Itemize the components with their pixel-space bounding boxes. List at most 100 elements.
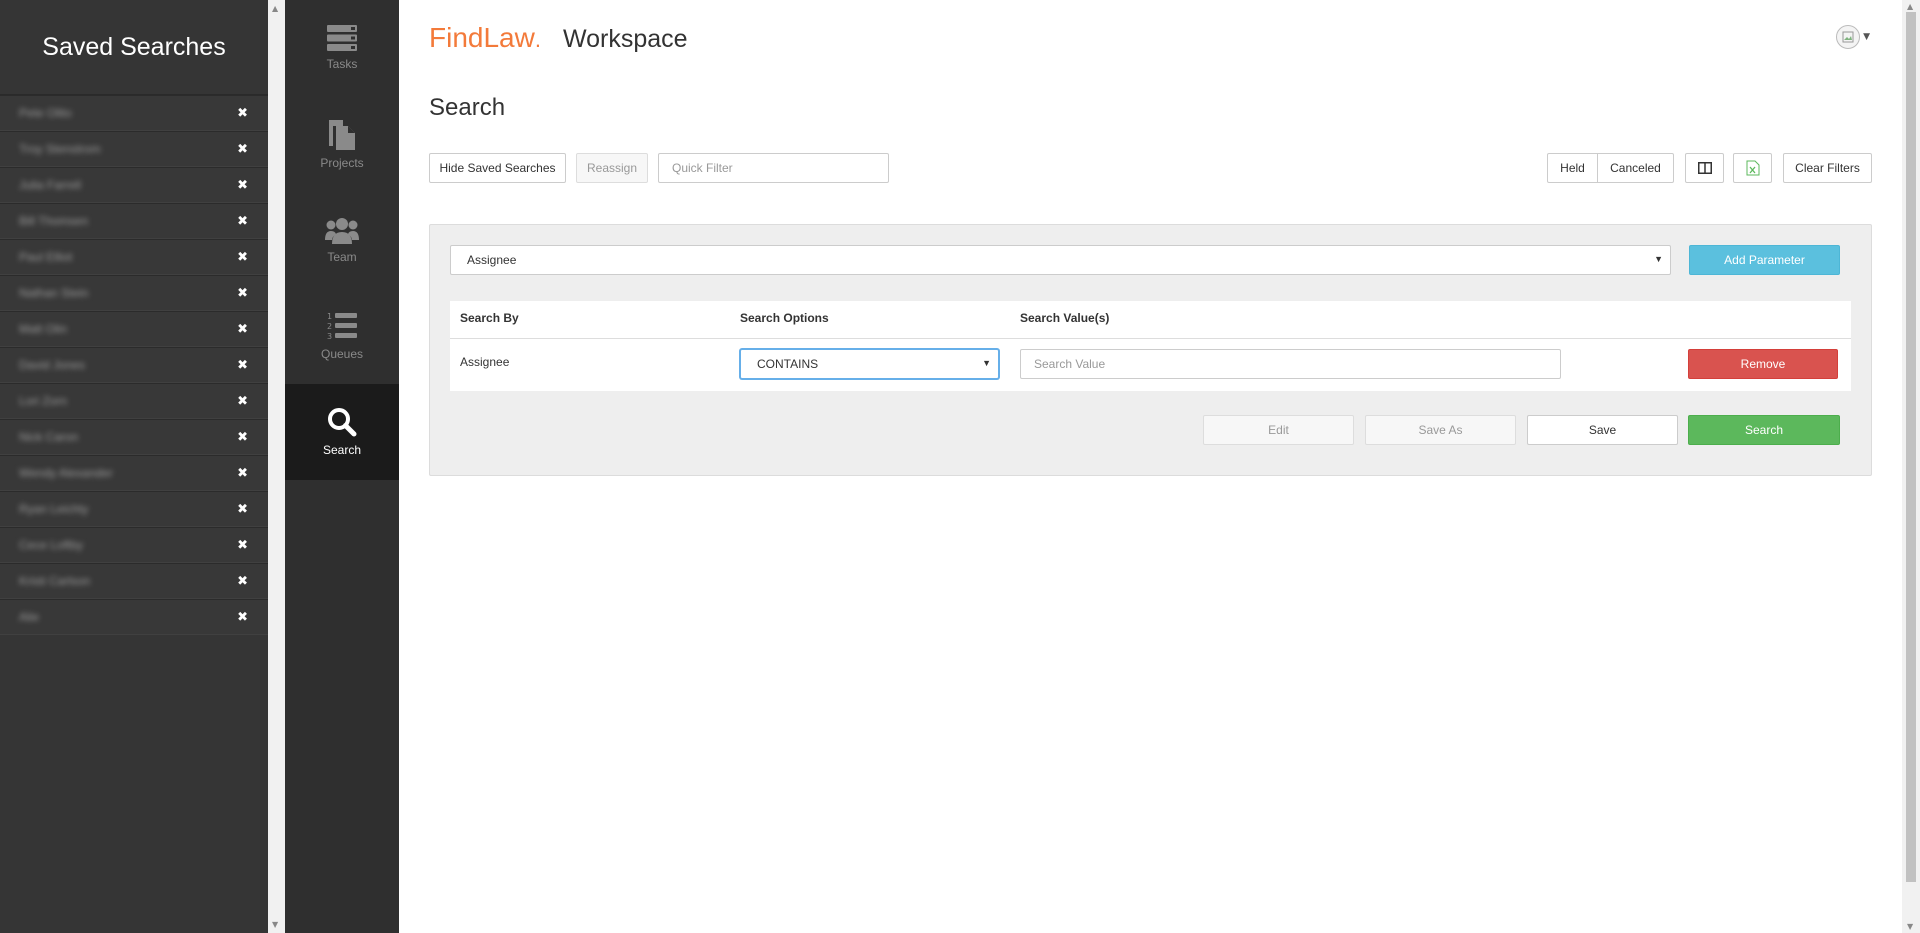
saved-search-item[interactable]: Bill Thomsen ✖ (0, 203, 268, 239)
column-header-search-options: Search Options (740, 311, 829, 325)
saved-search-item[interactable]: Lori Zorn ✖ (0, 383, 268, 419)
close-icon[interactable]: ✖ (237, 503, 248, 516)
broken-image-icon (1842, 31, 1854, 43)
close-icon[interactable]: ✖ (237, 179, 248, 192)
saved-search-label[interactable]: Wendy Alexander (19, 466, 113, 480)
saved-searches-list: Pete Olito ✖ Troy Stenstrom ✖ Julia Farrell ✖… (0, 95, 268, 635)
saved-search-item[interactable]: Nathan Stein ✖ (0, 275, 268, 311)
scroll-down-arrow-icon[interactable]: ▼ (272, 920, 278, 929)
excel-file-icon (1746, 160, 1759, 176)
chevron-down-icon[interactable]: ▼ (1863, 32, 1870, 42)
scroll-down-arrow-icon[interactable]: ▼ (1907, 922, 1913, 931)
saved-search-label[interactable]: Paul Elliot (19, 250, 72, 264)
saved-searches-panel: Saved Searches Pete Olito ✖ Troy Stenstrom… (0, 0, 268, 933)
dropdown-caret-icon: ▼ (1654, 254, 1663, 264)
saved-search-item[interactable]: Cece Loftby ✖ (0, 527, 268, 563)
saved-search-item[interactable]: Matt Olin ✖ (0, 311, 268, 347)
nav-label-queues: Queues (320, 347, 364, 361)
saved-search-item[interactable]: Alie ✖ (0, 599, 268, 635)
saved-search-item[interactable]: Wendy Alexander ✖ (0, 455, 268, 491)
remove-parameter-button[interactable]: Remove (1688, 349, 1838, 379)
search-value-input[interactable]: Search Value (1020, 349, 1561, 379)
close-icon[interactable]: ✖ (237, 575, 248, 588)
saved-search-label[interactable]: Kristi Carlson (19, 574, 90, 588)
nav-label-search: Search (322, 443, 362, 457)
saved-search-item[interactable]: Julia Farrell ✖ (0, 167, 268, 203)
close-icon[interactable]: ✖ (237, 431, 248, 444)
saved-search-label[interactable]: David Jones (19, 358, 85, 372)
page-scrollbar[interactable]: ▲ ▼ (1902, 0, 1920, 933)
close-icon[interactable]: ✖ (237, 143, 248, 156)
parameter-select[interactable]: Assignee ▼ (450, 245, 1671, 275)
run-search-button[interactable]: Search (1688, 415, 1840, 445)
column-header-search-by: Search By (460, 311, 519, 325)
canceled-filter-button[interactable]: Canceled (1597, 153, 1674, 183)
saved-search-label[interactable]: Cece Loftby (19, 538, 83, 552)
saved-panel-scrollbar[interactable]: ▲ ▼ (268, 0, 285, 933)
search-option-select[interactable]: CONTAINS ▼ (740, 349, 999, 379)
saved-search-label[interactable]: Nick Caron (19, 430, 78, 444)
nav-rail: Tasks Projects Team 1 2 3 Queues Search (285, 0, 399, 933)
saved-search-label[interactable]: Troy Stenstrom (19, 142, 101, 156)
saved-search-item[interactable]: Troy Stenstrom ✖ (0, 131, 268, 167)
scroll-up-arrow-icon[interactable]: ▲ (1907, 2, 1913, 11)
saved-search-label[interactable]: Matt Olin (19, 322, 67, 336)
add-parameter-button[interactable]: Add Parameter (1689, 245, 1840, 275)
close-icon[interactable]: ✖ (237, 323, 248, 336)
close-icon[interactable]: ✖ (237, 359, 248, 372)
close-icon[interactable]: ✖ (237, 287, 248, 300)
saved-search-item[interactable]: Pete Olito ✖ (0, 95, 268, 131)
nav-item-search[interactable]: Search (285, 384, 399, 480)
close-icon[interactable]: ✖ (237, 251, 248, 264)
nav-item-projects[interactable]: Projects (285, 96, 399, 192)
close-icon[interactable]: ✖ (237, 215, 248, 228)
tasks-icon (327, 25, 357, 51)
saved-search-item[interactable]: Ryan Leichty ✖ (0, 491, 268, 527)
saved-search-label[interactable]: Lori Zorn (19, 394, 67, 408)
export-excel-button[interactable] (1733, 153, 1772, 183)
scrollbar-thumb[interactable] (1906, 12, 1916, 882)
avatar[interactable] (1836, 25, 1861, 49)
close-icon[interactable]: ✖ (237, 611, 248, 624)
nav-item-tasks[interactable]: Tasks (285, 0, 399, 96)
saved-search-item[interactable]: David Jones ✖ (0, 347, 268, 383)
held-filter-button[interactable]: Held (1547, 153, 1598, 183)
close-icon[interactable]: ✖ (237, 107, 248, 120)
save-search-button[interactable]: Save (1527, 415, 1678, 445)
saved-search-item[interactable]: Paul Elliot ✖ (0, 239, 268, 275)
user-menu[interactable]: ▼ (1836, 25, 1870, 49)
save-as-button[interactable]: Save As (1365, 415, 1516, 445)
saved-search-item[interactable]: Kristi Carlson ✖ (0, 563, 268, 599)
saved-searches-title: Saved Searches (0, 0, 268, 95)
nav-item-queues[interactable]: 1 2 3 Queues (285, 288, 399, 384)
column-toggle-button[interactable] (1685, 153, 1724, 183)
edit-search-button[interactable]: Edit (1203, 415, 1354, 445)
column-header-search-values: Search Value(s) (1020, 311, 1110, 325)
search-icon (328, 408, 357, 437)
findlaw-logo-dot: . (534, 27, 541, 52)
close-icon[interactable]: ✖ (237, 467, 248, 480)
saved-search-label[interactable]: Nathan Stein (19, 286, 88, 300)
reassign-button[interactable]: Reassign (576, 153, 648, 183)
search-builder-panel: Assignee ▼ Add Parameter Search By Searc… (429, 224, 1872, 476)
close-icon[interactable]: ✖ (237, 395, 248, 408)
scroll-up-arrow-icon[interactable]: ▲ (272, 4, 278, 13)
search-option-value: CONTAINS (757, 357, 819, 371)
saved-search-item[interactable]: Nick Caron ✖ (0, 419, 268, 455)
quick-filter-input[interactable]: Quick Filter (658, 153, 889, 183)
clear-filters-button[interactable]: Clear Filters (1783, 153, 1872, 183)
saved-search-label[interactable]: Ryan Leichty (19, 502, 88, 516)
product-name: Workspace (562, 25, 688, 53)
close-icon[interactable]: ✖ (237, 539, 248, 552)
nav-label-projects: Projects (320, 156, 364, 170)
saved-search-label[interactable]: Bill Thomsen (19, 214, 88, 228)
nav-item-team[interactable]: Team (285, 192, 399, 288)
saved-search-label[interactable]: Julia Farrell (19, 178, 81, 192)
projects-icon (329, 120, 355, 150)
app-brand[interactable]: FindLaw . Workspace (429, 22, 688, 54)
saved-search-label[interactable]: Pete Olito (19, 106, 72, 120)
nav-label-team: Team (327, 250, 357, 264)
hide-saved-searches-button[interactable]: Hide Saved Searches (429, 153, 566, 183)
saved-search-label[interactable]: Alie (19, 610, 39, 624)
page-title: Search (429, 94, 506, 121)
